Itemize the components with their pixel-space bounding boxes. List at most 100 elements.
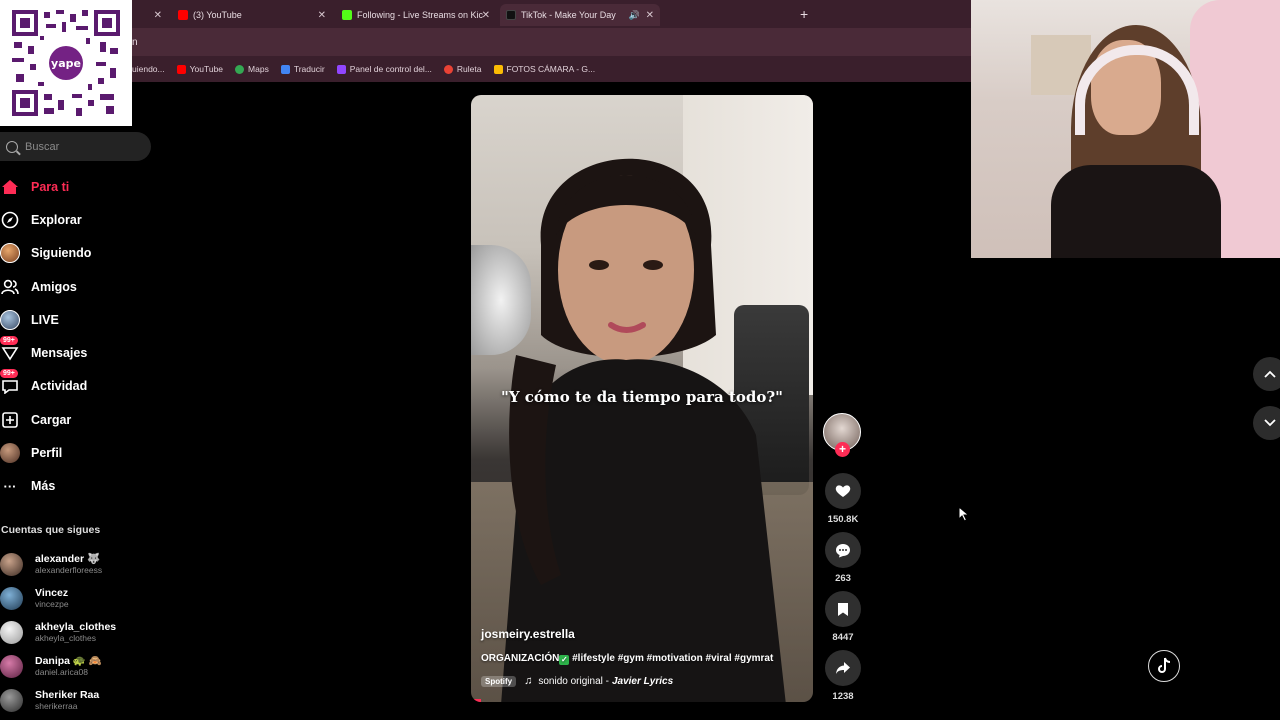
tab-title: Following - Live Streams on Kic: [357, 10, 484, 20]
video-author[interactable]: josmeiry.estrella: [481, 627, 575, 641]
friends-icon: [0, 277, 20, 297]
nav-item-para-ti[interactable]: Para ti: [0, 170, 150, 203]
comment-icon[interactable]: [825, 532, 861, 568]
tab-youtube[interactable]: (3) YouTube ✕: [172, 4, 332, 26]
mouse-cursor-icon: [958, 506, 970, 522]
bookmark-label: FOTOS CÁMARA - G...: [506, 64, 596, 74]
nav-item-live[interactable]: LIVE: [0, 303, 150, 336]
bookmarks-bar: uiendo... YouTube Maps Traducir Panel de…: [132, 56, 971, 82]
close-icon[interactable]: ✕: [154, 10, 162, 21]
bookmark-item[interactable]: Traducir: [280, 64, 325, 74]
music-note-icon: ♫: [524, 675, 533, 687]
nav-label: Mensajes: [31, 346, 88, 361]
speaker-icon[interactable]: 🔊: [629, 10, 640, 21]
previous-video-button[interactable]: [1253, 357, 1280, 391]
nav-item-siguiendo[interactable]: Siguiendo: [0, 237, 150, 270]
tab-tiktok[interactable]: TikTok - Make Your Day 🔊 ✕: [500, 4, 660, 26]
video-subject: [501, 158, 786, 702]
list-item[interactable]: Danipa 🐢 🙈 daniel.arica08: [0, 649, 150, 683]
hashtags[interactable]: #lifestyle #gym #motivation #viral #gymr…: [572, 653, 773, 664]
comment-count: 263: [835, 573, 851, 584]
next-video-button[interactable]: [1253, 406, 1280, 440]
account-name: Sheriker Raa: [35, 689, 100, 701]
close-icon[interactable]: ✕: [646, 10, 654, 21]
tiktok-icon: [506, 10, 516, 20]
address-text: n: [132, 37, 138, 48]
bookmark-item[interactable]: FOTOS CÁMARA - G...: [493, 64, 596, 74]
bookmark-item[interactable]: uiendo...: [132, 64, 165, 74]
avatar: [0, 443, 20, 464]
kick-icon: [342, 10, 352, 20]
tab-partial[interactable]: ✕: [132, 4, 168, 26]
sidebar-nav: Para ti Explorar Siguiendo Amigos LIVE 9…: [0, 170, 150, 503]
nav-item-explorar[interactable]: Explorar: [0, 203, 150, 236]
drive-icon: [493, 64, 503, 74]
chevron-up-icon: [1264, 370, 1276, 378]
nav-item-actividad[interactable]: 99+ Actividad: [0, 369, 150, 403]
inbox-icon: 99+: [0, 369, 20, 396]
nav-item-cargar[interactable]: Cargar: [0, 403, 150, 436]
heart-icon[interactable]: [825, 473, 861, 509]
bookmark-icon[interactable]: [825, 591, 861, 627]
account-name: alexander 🐺: [35, 553, 101, 565]
nav-label: Más: [31, 479, 56, 494]
like-action[interactable]: 150.8K: [823, 473, 863, 526]
avatar: [0, 552, 23, 576]
translate-icon: [280, 64, 290, 74]
save-count: 8447: [832, 632, 854, 643]
nav-label: Amigos: [31, 279, 77, 294]
nav-label: Actividad: [31, 379, 88, 394]
bookmark-item[interactable]: Maps: [235, 64, 269, 74]
twitch-icon: [336, 64, 346, 74]
webcam-subject: [1051, 165, 1221, 258]
avatar: [0, 620, 23, 644]
list-item[interactable]: Vincez vincezpe: [0, 581, 150, 615]
nav-item-mas[interactable]: ··· Más: [0, 470, 150, 503]
compass-icon: [0, 210, 20, 230]
nav-label: LIVE: [31, 312, 59, 327]
tiktok-icon[interactable]: [1148, 650, 1180, 682]
list-item[interactable]: akheyla_clothes akheyla_clothes: [0, 615, 150, 649]
list-item[interactable]: Sheriker Raa sherikerraa: [0, 683, 150, 717]
checkmark-icon: ✓: [559, 655, 570, 665]
close-icon[interactable]: ✕: [318, 10, 326, 21]
video-progress-bar[interactable]: [471, 699, 482, 702]
save-action[interactable]: 8447: [823, 591, 863, 644]
close-icon[interactable]: ✕: [482, 10, 490, 21]
spotify-badge[interactable]: Spotify: [481, 675, 517, 687]
nav-label: Cargar: [31, 412, 72, 427]
bookmark-label: Traducir: [293, 64, 325, 74]
search-input[interactable]: Buscar: [0, 132, 151, 161]
chevron-down-icon: [1264, 419, 1276, 427]
bookmark-item[interactable]: Panel de control del...: [336, 64, 432, 74]
tab-title: (3) YouTube: [193, 10, 242, 20]
account-handle: akheyla_clothes: [35, 633, 96, 643]
creator-avatar[interactable]: +: [823, 413, 861, 457]
share-action[interactable]: 1238: [823, 650, 863, 703]
bookmark-item[interactable]: YouTube: [176, 64, 223, 74]
message-icon: 99+: [0, 336, 20, 363]
nav-item-perfil[interactable]: Perfil: [0, 436, 150, 469]
webcam-overlay: [971, 0, 1280, 258]
nav-item-mensajes[interactable]: 99+ Mensajes: [0, 336, 150, 369]
tab-kick[interactable]: Following - Live Streams on Kic ✕: [336, 4, 496, 26]
account-handle: vincezpe: [35, 599, 69, 609]
list-item[interactable]: alexander 🐺 alexanderfloreess: [0, 547, 150, 581]
description-text: ORGANIZACIÓN: [481, 653, 560, 664]
account-handle: sherikerraa: [35, 701, 78, 711]
share-icon[interactable]: [825, 650, 861, 686]
new-tab-icon[interactable]: +: [800, 6, 808, 22]
screen: ✕ (3) YouTube ✕ Following - Live Streams…: [0, 0, 1280, 720]
address-bar[interactable]: n: [132, 28, 971, 56]
bookmark-label: Panel de control del...: [349, 64, 432, 74]
avatar: [0, 586, 23, 610]
nav-item-amigos[interactable]: Amigos: [0, 270, 150, 303]
video-player[interactable]: "Y cómo te da tiempo para todo?" josmeir…: [471, 95, 813, 702]
search-placeholder: Buscar: [25, 140, 60, 153]
video-music[interactable]: Spotify ♫ sonido original - Javier Lyrics: [481, 675, 673, 687]
bookmark-item[interactable]: Ruleta: [443, 64, 482, 74]
avatar: [0, 688, 23, 712]
comment-action[interactable]: 263: [823, 532, 863, 585]
follow-plus-icon[interactable]: +: [835, 442, 850, 457]
maps-icon: [235, 64, 245, 74]
